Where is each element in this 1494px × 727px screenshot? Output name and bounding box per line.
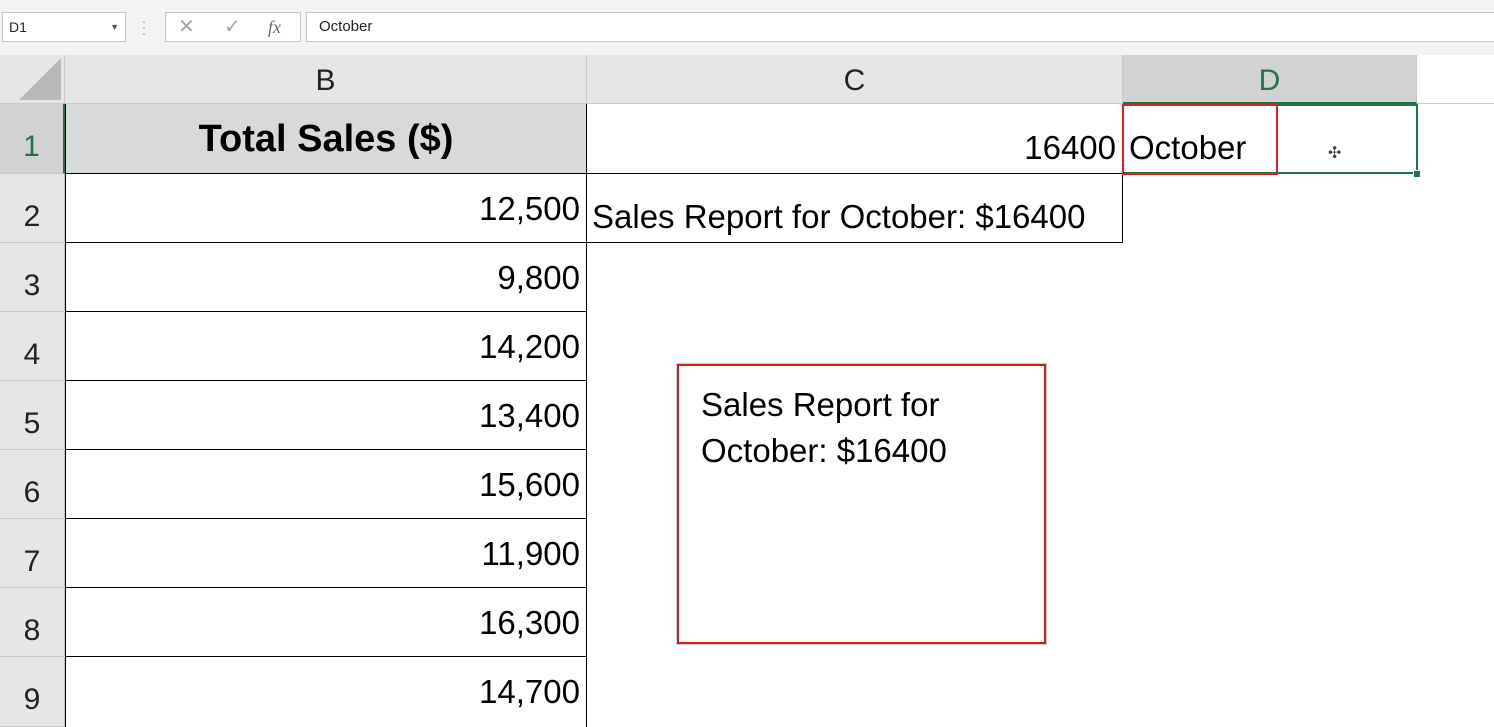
- fill-handle[interactable]: [1413, 170, 1421, 178]
- column-header-b[interactable]: B: [65, 55, 587, 104]
- chevron-down-icon[interactable]: ▼: [110, 13, 119, 41]
- formula-buttons: ✕ ✓ fx: [165, 12, 301, 42]
- column-header-d[interactable]: D: [1123, 55, 1417, 104]
- cell-b3[interactable]: 9,800: [65, 243, 587, 312]
- cell-c1[interactable]: 16400: [587, 104, 1123, 174]
- column-header-e[interactable]: [1417, 55, 1494, 104]
- cell-cursor-icon: ✣: [1328, 145, 1342, 162]
- row-header-4[interactable]: 4: [0, 312, 65, 381]
- row-header-6[interactable]: 6: [0, 450, 65, 519]
- more-options-icon[interactable]: · · ·: [141, 14, 147, 40]
- cancel-icon[interactable]: ✕: [178, 15, 195, 39]
- cell-b2[interactable]: 12,500: [65, 174, 587, 243]
- formula-bar: D1 ▼ · · · ✕ ✓ fx October: [0, 0, 1494, 56]
- row-header-8[interactable]: 8: [0, 588, 65, 657]
- cell-b6[interactable]: 15,600: [65, 450, 587, 519]
- cell-b4[interactable]: 14,200: [65, 312, 587, 381]
- name-box-value: D1: [9, 19, 27, 35]
- row-header-3[interactable]: 3: [0, 243, 65, 312]
- cell-b9[interactable]: 14,700: [65, 657, 587, 727]
- cell-b7[interactable]: 11,900: [65, 519, 587, 588]
- cell-b5[interactable]: 13,400: [65, 381, 587, 450]
- insert-function-icon[interactable]: fx: [268, 15, 281, 39]
- text-box[interactable]: Sales Report for October: $16400: [677, 364, 1046, 644]
- select-all-triangle-icon: [19, 58, 61, 100]
- text-box-line-2: October: $16400: [701, 432, 947, 469]
- highlight-box-d1: [1122, 104, 1278, 175]
- row-header-9[interactable]: 9: [0, 657, 65, 727]
- row-header-7[interactable]: 7: [0, 519, 65, 588]
- formula-input[interactable]: October: [306, 12, 1494, 42]
- column-header-c[interactable]: C: [587, 55, 1123, 104]
- cell-b8[interactable]: 16,300: [65, 588, 587, 657]
- check-icon[interactable]: ✓: [224, 15, 241, 39]
- select-all-button[interactable]: [0, 55, 65, 104]
- name-box[interactable]: D1 ▼: [2, 12, 126, 42]
- row-header-1[interactable]: 1: [0, 104, 65, 174]
- cell-c2[interactable]: Sales Report for October: $16400: [587, 174, 1123, 243]
- row-header-2[interactable]: 2: [0, 174, 65, 243]
- cell-b1[interactable]: Total Sales ($): [65, 104, 587, 174]
- row-header-5[interactable]: 5: [0, 381, 65, 450]
- text-box-line-1: Sales Report for: [701, 386, 940, 423]
